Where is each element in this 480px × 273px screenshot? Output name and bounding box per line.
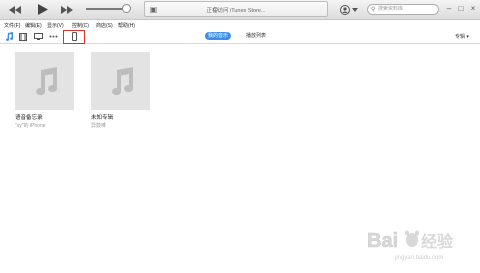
music-note-icon [35, 67, 57, 95]
player-toolbar: ▣ 正在访问 iTunes Store... ⚲ 搜索资料库 – □ × [0, 0, 480, 20]
album-artist: 异鼓棒 [91, 123, 107, 129]
tab-playlists[interactable]: 播放列表 [243, 32, 269, 40]
more-icon[interactable] [48, 32, 58, 41]
svg-text:经验: 经验 [421, 232, 454, 251]
menu-store[interactable]: 商店(S) [96, 22, 113, 29]
album-artist: "sy"的 iPhone [15, 123, 46, 129]
sort-dropdown[interactable]: 专辑 ▾ [455, 33, 469, 40]
search-icon: ⚲ [371, 7, 376, 13]
movies-icon[interactable] [18, 32, 28, 41]
maximize-icon[interactable]: □ [456, 4, 466, 14]
baidu-watermark: Bai 经验 jingyan.baidu.com [365, 225, 475, 263]
menu-file[interactable]: 文件(F) [4, 22, 20, 29]
volume-slider-knob[interactable] [122, 4, 131, 13]
album-title: 语音备忘录 [15, 115, 43, 121]
account-button[interactable] [340, 4, 360, 15]
menu-view[interactable]: 显示(V) [47, 22, 64, 29]
menu-bar: 文件(F) 编辑(E) 显示(V) 控制(C) 商店(S) 帮助(H) [0, 20, 480, 30]
music-note-icon [111, 67, 133, 95]
status-text: 正在访问 iTunes Store... [206, 8, 266, 14]
previous-icon[interactable] [8, 3, 22, 16]
menu-help[interactable]: 帮助(H) [118, 22, 135, 29]
music-note-icon[interactable] [4, 32, 14, 41]
play-icon[interactable] [36, 3, 50, 16]
close-icon[interactable]: × [468, 4, 478, 14]
album-artwork [91, 52, 150, 110]
tab-my-music[interactable]: 我的音乐 [205, 32, 232, 40]
svg-text:jingyan.baidu.com: jingyan.baidu.com [394, 255, 443, 261]
album-artwork [15, 52, 74, 110]
minimize-icon[interactable]: – [444, 4, 454, 14]
album-tile[interactable]: 语音备忘录 "sy"的 iPhone [15, 52, 74, 129]
search-placeholder: 搜索资料库 [378, 6, 404, 12]
chevron-down-icon [352, 7, 358, 12]
status-display: ▣ 正在访问 iTunes Store... [144, 1, 328, 17]
menu-edit[interactable]: 编辑(E) [25, 22, 42, 29]
tv-icon[interactable] [33, 32, 43, 41]
device-highlight-box [63, 30, 85, 44]
album-title: 未知专辑 [91, 115, 114, 121]
menu-control[interactable]: 控制(C) [72, 22, 89, 29]
search-input[interactable]: ⚲ 搜索资料库 [367, 4, 439, 15]
svg-text:Bai: Bai [367, 230, 398, 252]
user-icon [340, 4, 350, 15]
album-tile[interactable]: 未知专辑 异鼓棒 [91, 52, 150, 129]
next-icon[interactable] [60, 3, 74, 16]
